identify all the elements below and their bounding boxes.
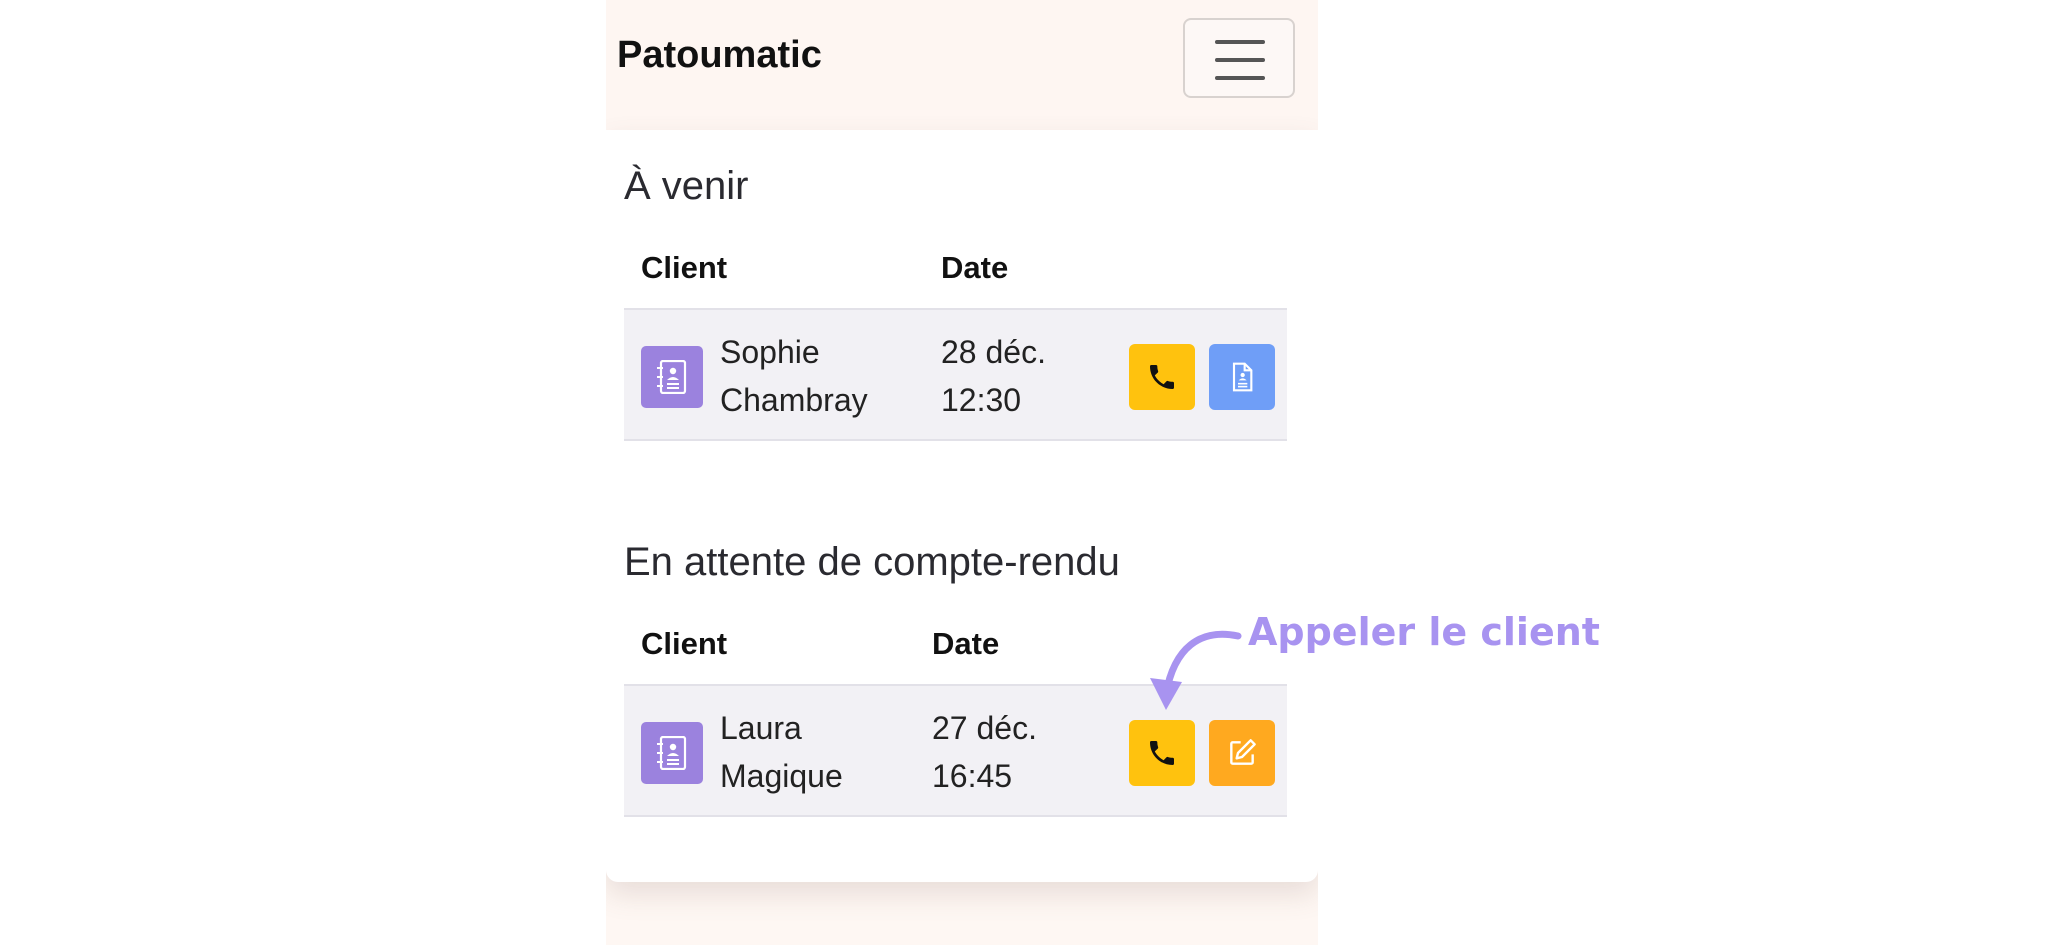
brand-logo[interactable]: Patoumatic: [617, 34, 822, 77]
menu-toggle-button[interactable]: [1183, 18, 1295, 98]
view-document-button[interactable]: [1209, 344, 1275, 410]
table-row: Sophie Chambray 28 déc. 12:30: [624, 308, 1287, 441]
column-header-client: Client: [641, 626, 728, 661]
contact-book-icon[interactable]: [641, 346, 703, 408]
column-header-date: Date: [932, 626, 1000, 661]
write-report-button[interactable]: [1209, 720, 1275, 786]
appointments-card: À venir Client Date Sophie Chambray 28 d…: [606, 130, 1318, 882]
section-title-upcoming: À venir: [624, 164, 749, 208]
appointment-time: 16:45: [932, 758, 1013, 794]
section-title-pending-report: En attente de compte-rendu: [624, 540, 1120, 584]
annotation-arrow-icon: [1150, 630, 1242, 710]
call-client-button[interactable]: [1129, 720, 1195, 786]
appointment-time: 12:30: [941, 382, 1022, 418]
column-header-date: Date: [941, 250, 1009, 285]
client-first-name: Laura: [720, 710, 802, 746]
client-last-name: Magique: [720, 758, 843, 794]
hamburger-icon-line-3: [1215, 76, 1265, 80]
annotation-label: Appeler le client: [1248, 610, 1600, 654]
client-last-name: Chambray: [720, 382, 868, 418]
hamburger-icon-line-2: [1215, 58, 1265, 62]
contact-book-icon[interactable]: [641, 722, 703, 784]
client-first-name: Sophie: [720, 334, 820, 370]
call-icon: [1150, 741, 1174, 765]
navbar: Patoumatic: [606, 0, 1318, 130]
call-icon: [1150, 365, 1174, 389]
edit-icon: [1230, 739, 1256, 765]
call-client-button[interactable]: [1129, 344, 1195, 410]
appointment-date: 28 déc.: [941, 334, 1046, 370]
document-icon: [1232, 362, 1253, 392]
appointment-date: 27 déc.: [932, 710, 1037, 746]
column-header-client: Client: [641, 250, 728, 285]
hamburger-icon-line-1: [1215, 40, 1265, 44]
mobile-viewport: Patoumatic À venir Client Date Sophie Ch…: [606, 0, 1318, 945]
